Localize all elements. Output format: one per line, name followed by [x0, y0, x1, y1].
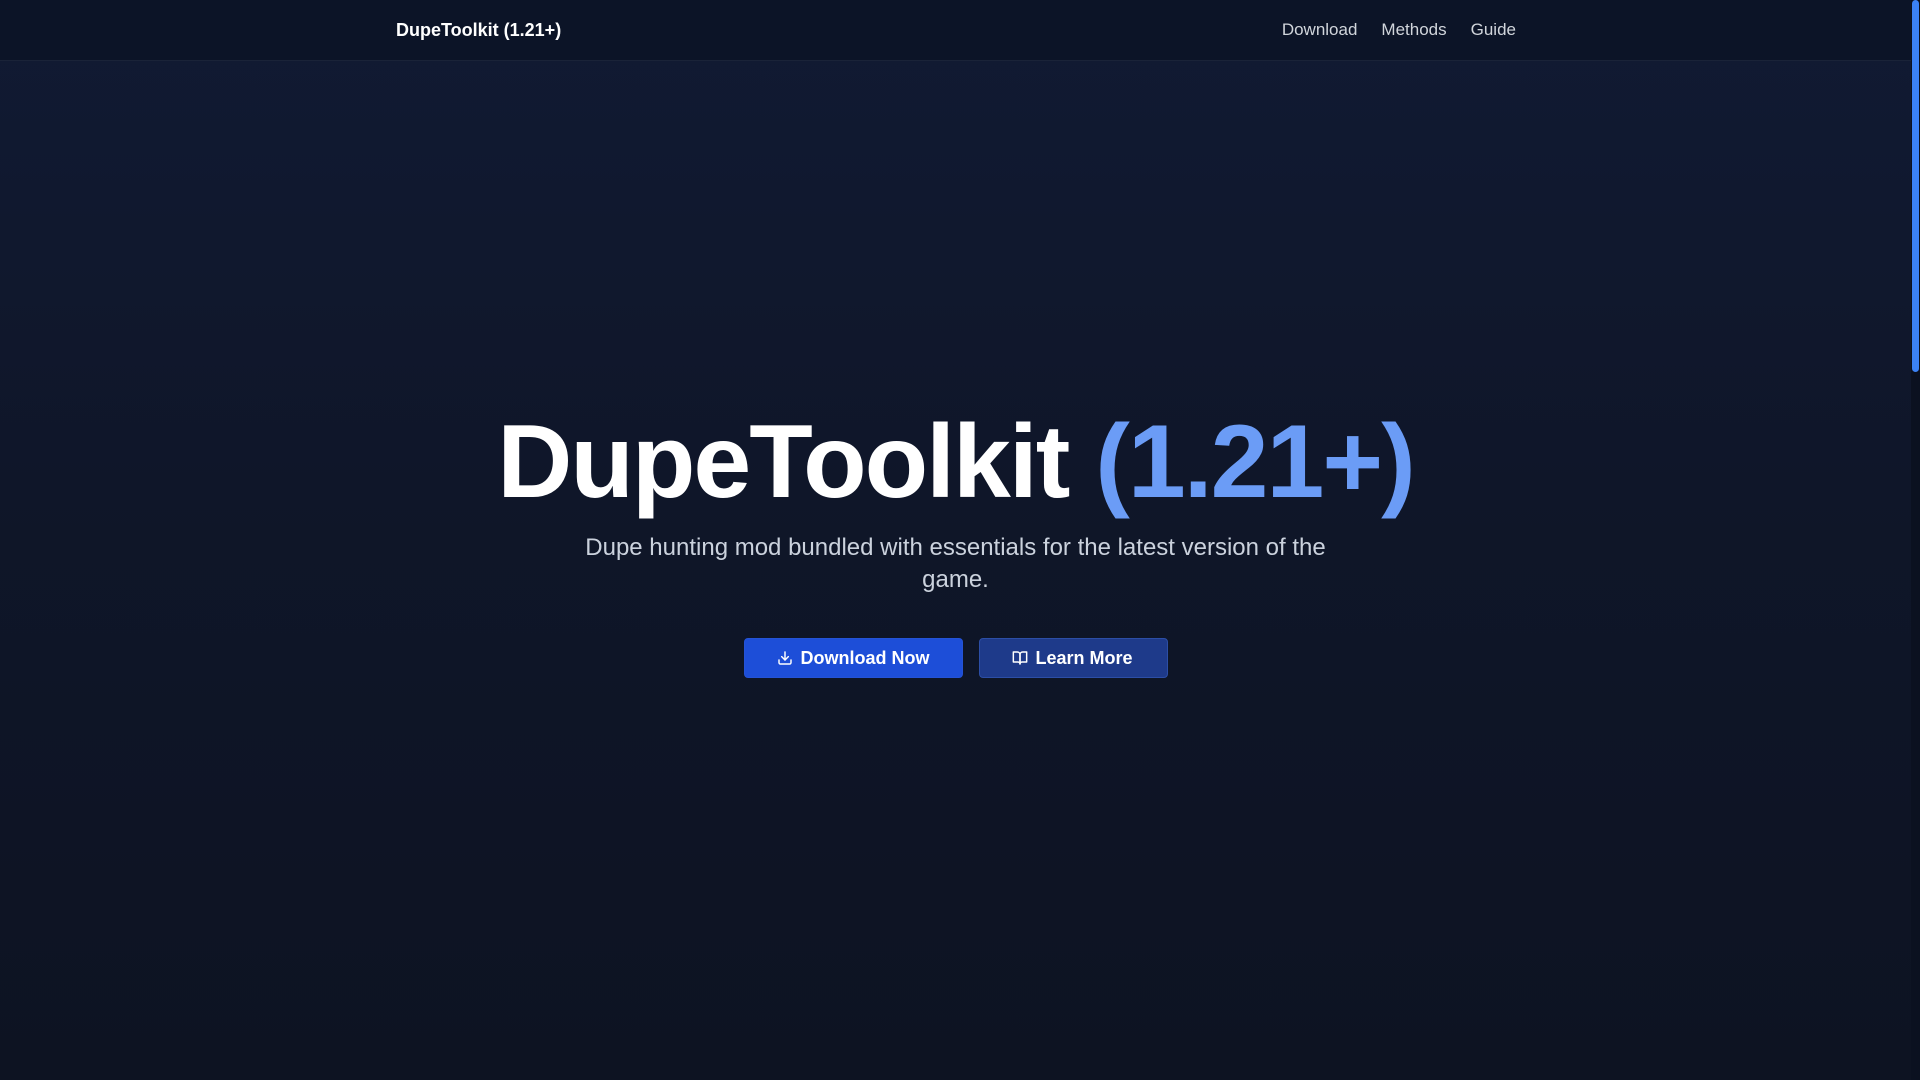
hero-subtitle: Dupe hunting mod bundled with essentials…	[585, 534, 1326, 593]
hero-title-main: DupeToolkit	[497, 404, 1070, 520]
hero-title: DupeToolkit (1.21+)	[0, 400, 1911, 524]
download-now-button[interactable]: Download Now	[743, 638, 963, 678]
nav-link-methods[interactable]: Methods	[1381, 18, 1446, 42]
download-now-label: Download Now	[800, 647, 930, 668]
hero-buttons: Download Now Learn More	[0, 638, 1911, 678]
nav-links: Download Methods Guide	[1282, 18, 1516, 42]
hero-title-version: (1.21+)	[1095, 404, 1415, 520]
nav-link-guide[interactable]: Guide	[1471, 18, 1516, 42]
learn-more-button[interactable]: Learn More	[978, 638, 1168, 678]
download-icon	[777, 650, 793, 666]
learn-more-label: Learn More	[1035, 647, 1133, 668]
book-open-icon	[1012, 650, 1028, 666]
page-scrollbar[interactable]	[1911, 0, 1920, 1080]
hero-section: DupeToolkit (1.21+) Dupe hunting mod bun…	[0, 400, 1911, 678]
nav-link-download[interactable]: Download	[1282, 18, 1358, 42]
scrollbar-thumb[interactable]	[1912, 0, 1919, 372]
top-navbar: DupeToolkit (1.21+) Download Methods Gui…	[0, 0, 1911, 61]
site-brand[interactable]: DupeToolkit (1.21+)	[396, 18, 561, 42]
